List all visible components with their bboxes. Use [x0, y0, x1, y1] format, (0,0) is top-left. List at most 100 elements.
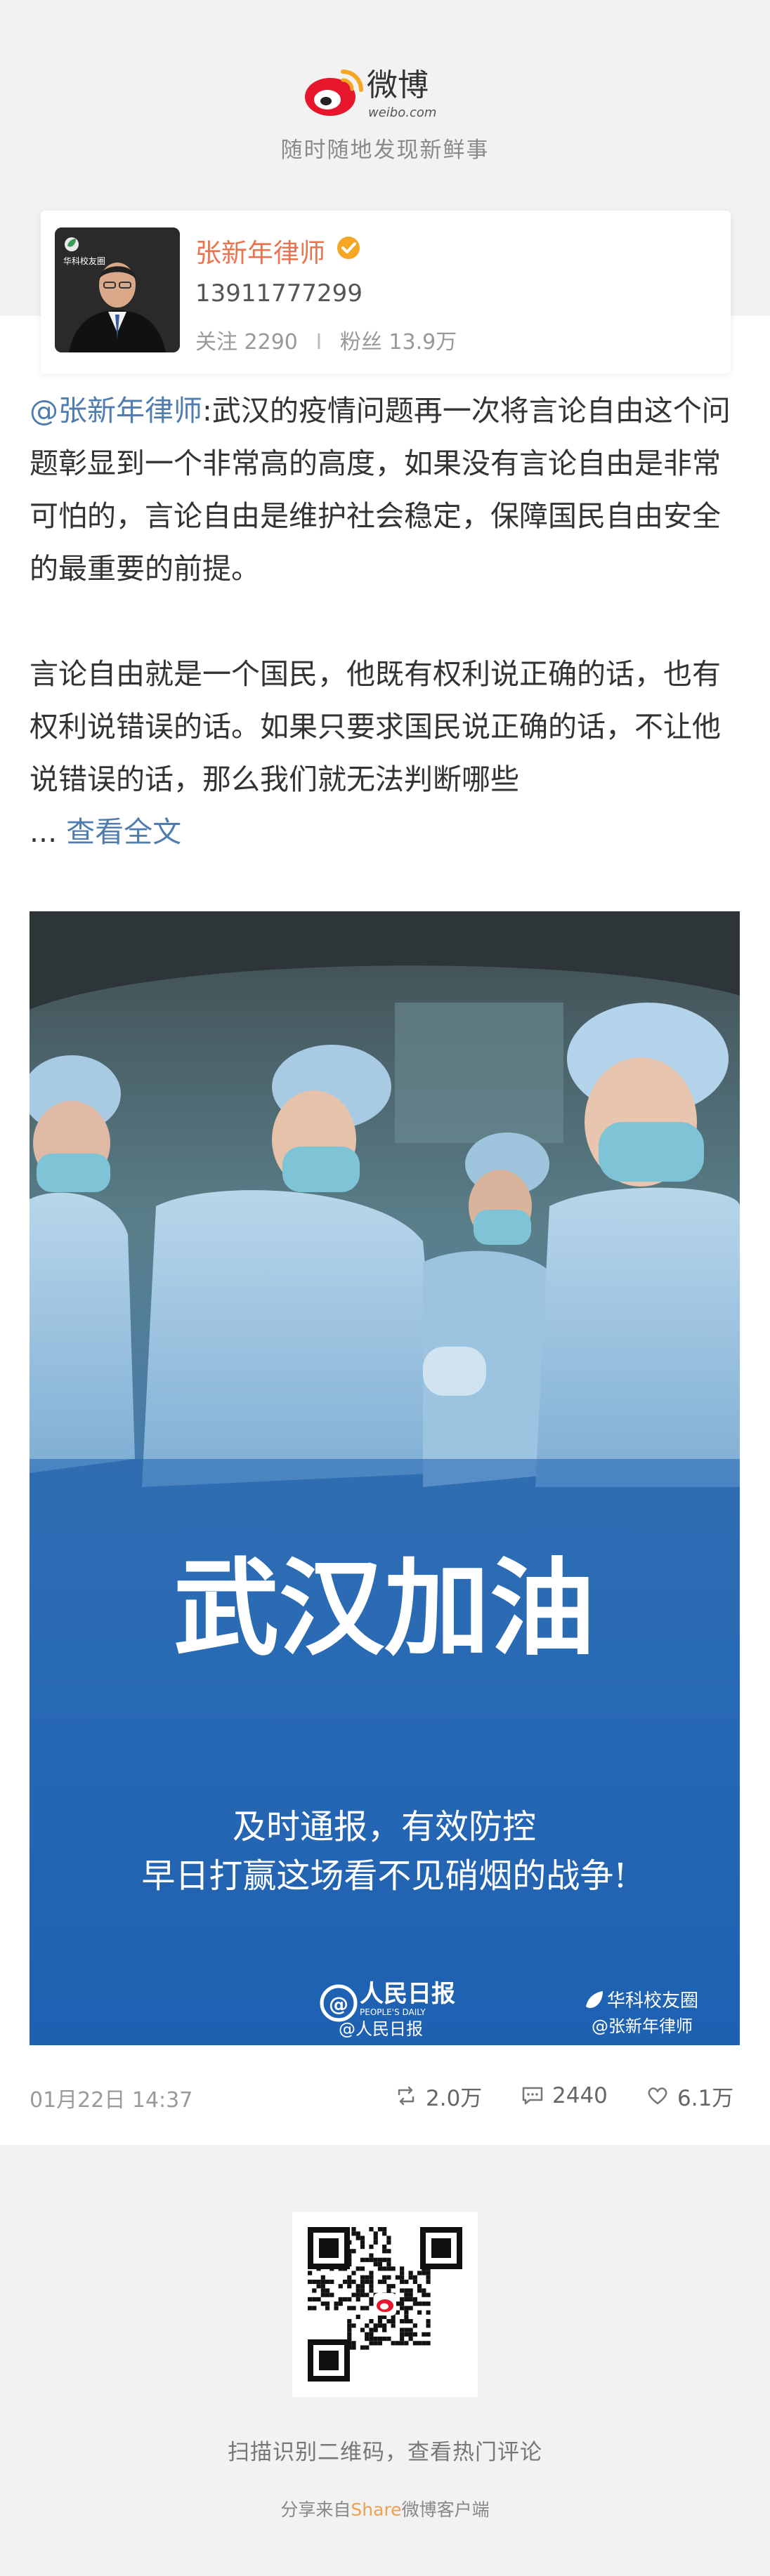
followers-count[interactable]: 13.9万 — [389, 330, 457, 355]
qr-module — [355, 2266, 360, 2271]
qr-module — [400, 2288, 405, 2293]
qr-module — [400, 2271, 405, 2276]
qr-finder-bottom-left — [308, 2339, 350, 2382]
qr-module — [355, 2284, 360, 2289]
post-paragraph-2: 言论自由就是一个国民，他既有权利说正确的话，也有权利说错误的话。如果只要求国民说… — [30, 648, 739, 806]
image-line-2: 早日打赢这场看不见硝烟的战争! — [141, 1856, 627, 1896]
qr-module — [325, 2279, 330, 2285]
qr-code[interactable] — [292, 2212, 478, 2397]
qr-module — [312, 2306, 317, 2311]
qr-module — [377, 2323, 383, 2328]
qr-module — [360, 2235, 365, 2240]
qr-module — [347, 2297, 352, 2302]
qr-module — [347, 2275, 352, 2280]
read-more-link[interactable]: 查看全文 — [66, 815, 181, 849]
qr-module — [412, 2297, 417, 2302]
profile-phone: 13911777299 — [195, 279, 363, 308]
qr-module — [334, 2306, 339, 2311]
qr-module — [347, 2279, 352, 2285]
qr-module — [369, 2319, 374, 2324]
qr-module — [386, 2249, 391, 2254]
qr-module — [417, 2288, 422, 2293]
qr-module — [377, 2257, 383, 2262]
qr-module — [408, 2319, 413, 2324]
qr-module — [338, 2284, 343, 2289]
qr-module — [417, 2271, 422, 2276]
share-word[interactable]: Share — [351, 2499, 401, 2520]
qr-module — [369, 2244, 374, 2250]
qr-module — [417, 2310, 422, 2315]
logo-text: 微博 — [367, 67, 429, 103]
qr-module — [404, 2297, 409, 2302]
qr-module — [369, 2279, 374, 2285]
mention-link[interactable]: @张新年律师 — [30, 394, 202, 428]
qr-module — [400, 2341, 405, 2346]
qr-module — [351, 2227, 356, 2232]
footer-band: 扫描识别二维码，查看热门评论 分享来自Share微博客户端 — [0, 2145, 770, 2576]
qr-module — [412, 2323, 417, 2328]
qr-module — [365, 2306, 370, 2311]
following-count[interactable]: 2290 — [244, 330, 298, 355]
qr-module — [426, 2341, 431, 2346]
qr-module — [351, 2341, 356, 2346]
qr-module — [347, 2319, 352, 2324]
profile-card[interactable]: 华科校友圈 张新年律师 13911777299 关注 2290 I 粉丝 13.… — [41, 211, 731, 374]
post-image[interactable]: 武汉加油 及时通报，有效防控 早日打赢这场看不见硝烟的战争! @ 人民日报 PE… — [30, 911, 740, 2045]
qr-module — [351, 2306, 356, 2311]
post-timestamp: 01月22日 14:37 — [30, 2088, 193, 2113]
qr-module — [365, 2257, 370, 2262]
qr-module — [391, 2266, 396, 2271]
qr-module — [382, 2279, 387, 2285]
qr-module — [316, 2284, 321, 2289]
post-meta: 01月22日 14:37 2.0万 2440 6.1万 — [30, 2078, 740, 2113]
qr-module — [308, 2297, 313, 2302]
profile-name[interactable]: 张新年律师 — [195, 232, 325, 270]
qr-module — [360, 2345, 365, 2350]
avatar[interactable]: 华科校友圈 — [55, 227, 180, 352]
qr-module — [347, 2332, 352, 2337]
qr-module — [404, 2292, 409, 2297]
qr-module — [325, 2301, 330, 2306]
followers-label[interactable]: 粉丝 — [340, 330, 382, 355]
qr-module — [412, 2275, 417, 2280]
qr-module — [369, 2288, 374, 2293]
qr-caption: 扫描识别二维码，查看热门评论 — [228, 2440, 542, 2465]
weibo-eye-icon — [305, 70, 363, 116]
comment-icon — [522, 2087, 543, 2105]
qr-module — [382, 2244, 387, 2250]
qr-module — [400, 2279, 405, 2285]
qr-module — [408, 2292, 413, 2297]
share-attribution: 分享来自Share微博客户端 — [0, 2496, 770, 2521]
qr-module — [400, 2266, 405, 2271]
share-prefix: 分享来自 — [280, 2499, 351, 2520]
comment-button[interactable]: 2440 — [521, 2078, 608, 2113]
repost-button[interactable]: 2.0万 — [395, 2078, 482, 2113]
heart-icon — [648, 2087, 667, 2105]
qr-finder-top-right — [420, 2227, 462, 2269]
share-suffix: 微博客户端 — [401, 2499, 490, 2520]
svg-text:@: @ — [329, 1993, 348, 2016]
qr-module — [377, 2319, 383, 2324]
qr-module — [386, 2261, 391, 2267]
qr-module — [369, 2271, 374, 2276]
image-line-1: 及时通报，有效防控 — [233, 1807, 536, 1847]
qr-module — [426, 2275, 431, 2280]
qr-module — [426, 2310, 431, 2315]
weibo-logo[interactable]: 微博 weibo.com — [302, 62, 471, 125]
following-label[interactable]: 关注 — [195, 330, 237, 355]
qr-module — [347, 2284, 352, 2289]
qr-module — [365, 2292, 370, 2297]
qr-module — [391, 2323, 396, 2328]
qr-module — [404, 2306, 409, 2311]
qr-module — [365, 2275, 370, 2280]
qr-module — [408, 2337, 413, 2341]
qr-module — [422, 2271, 426, 2276]
qr-module — [408, 2275, 413, 2280]
qr-module — [351, 2271, 356, 2276]
avatar-badge-text: 华科校友圈 — [63, 256, 105, 266]
like-button[interactable]: 6.1万 — [646, 2078, 733, 2113]
right-brand: 华科校友圈 — [607, 1990, 698, 2012]
qr-module — [347, 2306, 352, 2311]
qr-module — [360, 2292, 365, 2297]
qr-module — [365, 2279, 370, 2285]
